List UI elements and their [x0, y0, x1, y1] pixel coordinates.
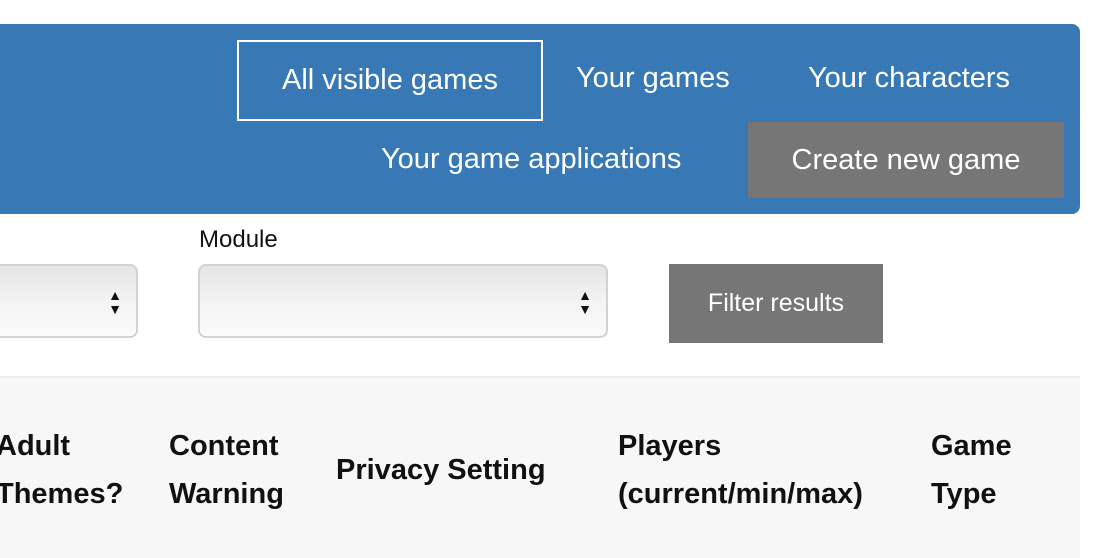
header-game-type: Game Type [931, 430, 1012, 510]
header-adult-themes: Adult Themes? [0, 430, 124, 510]
tab-your-game-applications[interactable]: Your game applications [381, 143, 681, 176]
select-arrows-icon: ▲ ▼ [578, 287, 592, 317]
header-content-warning: Content Warning [169, 430, 284, 510]
module-label: Module [199, 226, 278, 253]
tab-all-visible-games[interactable]: All visible games [237, 40, 543, 121]
games-nav-bar: All visible games Your games Your charac… [0, 24, 1080, 214]
header-players: Players (current/min/max) [618, 430, 863, 510]
create-new-game-button[interactable]: Create new game [748, 122, 1064, 198]
select-arrows-icon: ▲ ▼ [108, 287, 122, 317]
filter-select-previous[interactable]: ▲ ▼ [0, 264, 138, 338]
module-select[interactable]: ▲ ▼ [198, 264, 608, 338]
filter-results-button[interactable]: Filter results [669, 264, 883, 343]
tab-your-games[interactable]: Your games [576, 62, 730, 95]
tab-your-characters[interactable]: Your characters [808, 62, 1010, 95]
games-table-header: Adult Themes? Content Warning Privacy Sett… [0, 376, 1080, 558]
header-privacy-setting: Privacy Setting [336, 454, 546, 486]
